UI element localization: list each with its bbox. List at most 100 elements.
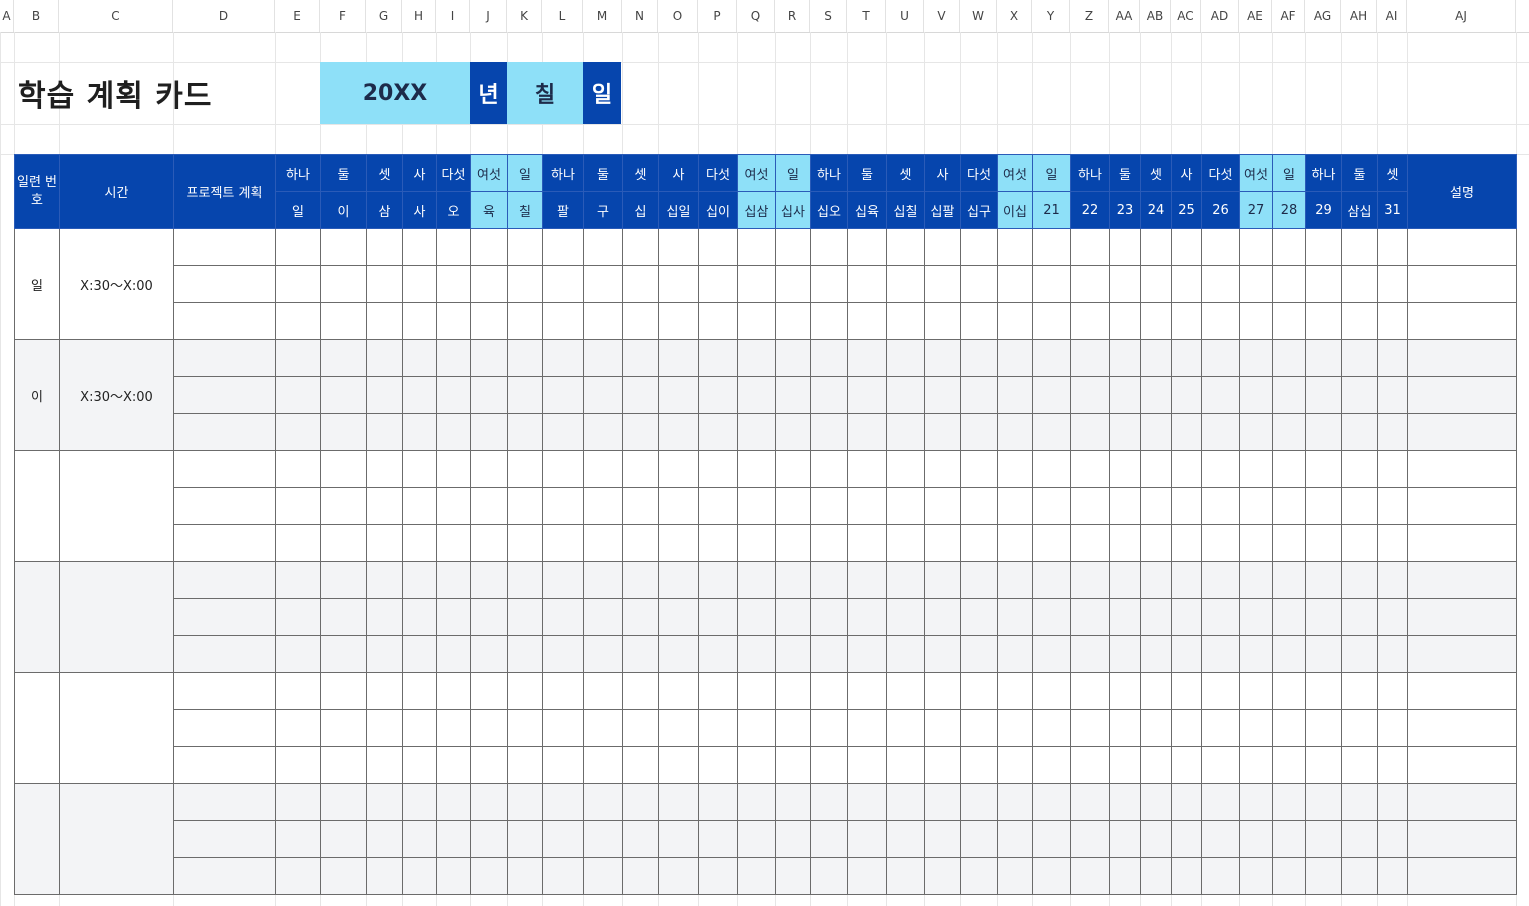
day-cell[interactable] [997, 302, 1033, 340]
day-cell[interactable] [997, 561, 1033, 599]
project-cell[interactable] [173, 857, 276, 895]
day-cell[interactable] [1272, 561, 1306, 599]
day-cell[interactable] [1171, 672, 1202, 710]
day-cell[interactable] [658, 820, 699, 858]
day-cell[interactable] [1341, 413, 1378, 451]
day-cell[interactable] [737, 228, 776, 266]
column-header-v[interactable]: V [924, 0, 960, 32]
day-cell[interactable] [1341, 857, 1378, 895]
note-cell[interactable] [1407, 672, 1517, 710]
header-weekday[interactable]: 사 [1171, 154, 1202, 192]
day-cell[interactable] [1201, 820, 1240, 858]
project-cell[interactable] [173, 413, 276, 451]
day-cell[interactable] [470, 376, 508, 414]
day-cell[interactable] [1109, 672, 1141, 710]
day-cell[interactable] [583, 598, 623, 636]
day-cell[interactable] [1377, 857, 1408, 895]
day-cell[interactable] [1140, 746, 1172, 784]
day-cell[interactable] [698, 487, 738, 525]
serial-cell[interactable] [14, 783, 60, 895]
day-cell[interactable] [924, 487, 961, 525]
day-cell[interactable] [583, 857, 623, 895]
day-cell[interactable] [402, 376, 437, 414]
day-cell[interactable] [1377, 598, 1408, 636]
day-cell[interactable] [1272, 302, 1306, 340]
column-header-ab[interactable]: AB [1140, 0, 1171, 32]
day-cell[interactable] [1140, 783, 1172, 821]
day-cell[interactable] [320, 339, 367, 377]
day-cell[interactable] [366, 746, 403, 784]
day-cell[interactable] [1140, 376, 1172, 414]
day-cell[interactable] [886, 820, 925, 858]
header-weekday[interactable]: 여섯 [737, 154, 776, 192]
day-cell[interactable] [1109, 487, 1141, 525]
day-cell[interactable] [698, 857, 738, 895]
day-cell[interactable] [924, 339, 961, 377]
day-cell[interactable] [1070, 376, 1110, 414]
day-cell[interactable] [622, 524, 659, 562]
day-cell[interactable] [737, 598, 776, 636]
day-cell[interactable] [1109, 746, 1141, 784]
day-cell[interactable] [847, 450, 887, 488]
day-cell[interactable] [924, 635, 961, 673]
header-day[interactable]: 31 [1377, 191, 1408, 229]
header-day[interactable]: 구 [583, 191, 623, 229]
day-cell[interactable] [1377, 265, 1408, 303]
day-cell[interactable] [1239, 228, 1273, 266]
day-cell[interactable] [507, 857, 543, 895]
day-cell[interactable] [320, 265, 367, 303]
time-cell[interactable]: X:30～X:00 [59, 228, 174, 340]
day-cell[interactable] [1070, 339, 1110, 377]
day-cell[interactable] [402, 339, 437, 377]
day-cell[interactable] [960, 376, 998, 414]
day-cell[interactable] [542, 376, 584, 414]
day-cell[interactable] [847, 302, 887, 340]
day-cell[interactable] [775, 561, 811, 599]
day-cell[interactable] [1171, 783, 1202, 821]
day-cell[interactable] [275, 561, 321, 599]
day-cell[interactable] [886, 228, 925, 266]
day-cell[interactable] [1109, 598, 1141, 636]
day-cell[interactable] [960, 783, 998, 821]
day-cell[interactable] [1140, 339, 1172, 377]
column-header-ad[interactable]: AD [1201, 0, 1239, 32]
day-cell[interactable] [1341, 228, 1378, 266]
day-cell[interactable] [507, 635, 543, 673]
note-cell[interactable] [1407, 820, 1517, 858]
day-cell[interactable] [436, 228, 471, 266]
header-day[interactable]: 이십 [997, 191, 1033, 229]
day-cell[interactable] [997, 450, 1033, 488]
day-cell[interactable] [698, 598, 738, 636]
day-cell[interactable] [1377, 487, 1408, 525]
note-cell[interactable] [1407, 450, 1517, 488]
day-cell[interactable] [960, 487, 998, 525]
day-cell[interactable] [775, 450, 811, 488]
day-cell[interactable] [847, 746, 887, 784]
day-cell[interactable] [583, 339, 623, 377]
day-cell[interactable] [960, 672, 998, 710]
day-cell[interactable] [737, 339, 776, 377]
header-weekday[interactable]: 둘 [1341, 154, 1378, 192]
day-cell[interactable] [1032, 339, 1071, 377]
column-header-k[interactable]: K [507, 0, 542, 32]
day-cell[interactable] [583, 413, 623, 451]
day-cell[interactable] [470, 783, 508, 821]
day-cell[interactable] [997, 376, 1033, 414]
header-day[interactable]: 십육 [847, 191, 887, 229]
note-cell[interactable] [1407, 524, 1517, 562]
day-cell[interactable] [622, 598, 659, 636]
day-cell[interactable] [542, 339, 584, 377]
day-cell[interactable] [1377, 783, 1408, 821]
day-cell[interactable] [1032, 635, 1071, 673]
day-cell[interactable] [275, 228, 321, 266]
day-cell[interactable] [658, 635, 699, 673]
day-cell[interactable] [698, 709, 738, 747]
day-cell[interactable] [1070, 709, 1110, 747]
day-cell[interactable] [1272, 487, 1306, 525]
day-cell[interactable] [924, 524, 961, 562]
day-cell[interactable] [886, 524, 925, 562]
header-day[interactable]: 24 [1140, 191, 1172, 229]
day-cell[interactable] [924, 376, 961, 414]
day-cell[interactable] [436, 598, 471, 636]
header-project[interactable]: 프로젝트 계획 [173, 154, 276, 229]
